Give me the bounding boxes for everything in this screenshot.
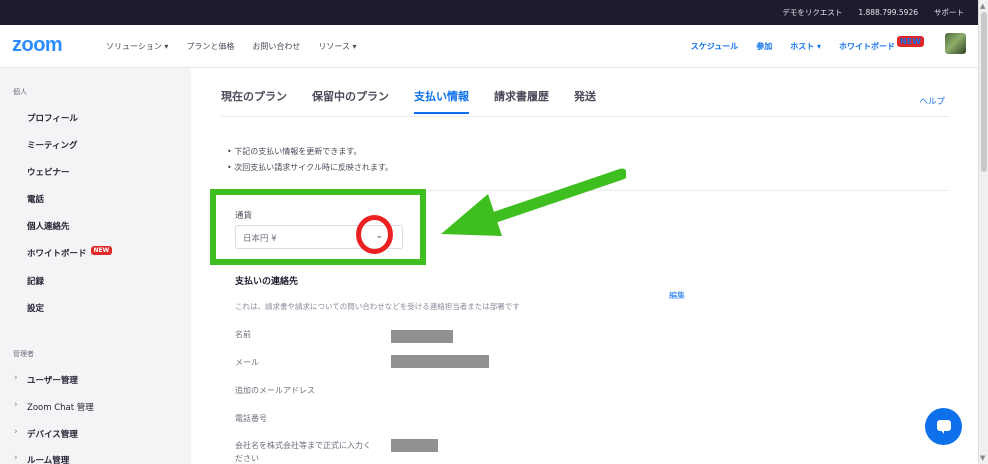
zoom-logo[interactable]: zoom [12,34,63,57]
tab-billing-info[interactable]: 支払い情報 [414,88,469,114]
field-label-email: メール [235,358,259,367]
request-demo-link[interactable]: デモをリクエスト [782,7,842,18]
sidebar-item-settings[interactable]: 設定 [27,302,44,314]
nav-host[interactable]: ホスト ▾ [790,41,821,52]
sidebar-item-user-management[interactable]: ユーザー管理 [27,374,78,386]
sidebar-item-chat-management[interactable]: Zoom Chat 管理 [27,401,94,413]
chevron-right-icon[interactable]: › [14,427,18,437]
nav-whiteboard[interactable]: ホワイトボードNEW [839,36,924,52]
nav-resources[interactable]: リソース ▾ [318,41,356,52]
sidebar-item-meetings[interactable]: ミーティング [27,139,78,151]
sidebar-item-contacts[interactable]: 個人連絡先 [27,220,70,232]
nav-whiteboard-label: ホワイトボード [839,42,896,51]
redacted-email-value [391,355,489,368]
note-line: • 下記の支払い情報を更新できます。 [227,147,362,156]
scrollbar-thumb[interactable] [981,12,987,172]
main-navbar: zoom ソリューション ▾ プランと価格 お問い合わせ リソース ▾ スケジュ… [0,25,978,68]
support-link[interactable]: サポート [934,7,964,18]
billing-notes: • 下記の支払い情報を更新できます。 • 次回支払い請求サイクル時に反映されます… [227,144,393,176]
highlight-circle [356,215,393,254]
nav-solutions[interactable]: ソリューション ▾ [106,41,168,52]
chevron-right-icon[interactable]: › [14,453,18,463]
field-label-company: 会社名を株式会社等まで正式に入力ください [235,441,371,463]
billing-contact-description: これは、請求書や請求についての問い合わせなどを受ける連絡担当者または部署です [235,302,520,311]
chevron-right-icon[interactable]: › [14,373,18,383]
billing-tabs: 現在のプラン 保留中のプラン 支払い情報 請求書履歴 発送 [221,88,596,114]
tab-pending-plan[interactable]: 保留中のプラン [312,88,389,114]
sidebar: 個人 プロフィール ミーティング ウェビナー 電話 個人連絡先 ホワイトボード N… [0,68,191,464]
highlight-box [210,189,426,265]
annotation-arrow-icon [441,168,626,236]
billing-contact-title: 支払いの連絡先 [235,277,299,287]
scroll-up-icon[interactable]: ▲ [980,2,985,10]
sidebar-heading-admin: 管理者 [13,350,34,358]
tabs-divider [221,116,949,117]
tab-invoice-history[interactable]: 請求書履歴 [494,88,549,114]
new-badge: NEW [897,36,924,47]
sidebar-item-whiteboards[interactable]: ホワイトボード NEW [27,246,113,259]
sidebar-item-room-management[interactable]: ルーム管理 [27,454,69,464]
sidebar-item-device-management[interactable]: デバイス管理 [27,428,78,440]
phone-number: 1.888.799.5926 [858,8,918,17]
field-label-name: 名前 [235,330,251,339]
scroll-down-icon[interactable]: ▼ [980,454,985,462]
nav-plans-pricing[interactable]: プランと価格 [186,41,234,52]
field-label-phone: 電話番号 [235,414,267,423]
redacted-company-value [391,439,438,452]
note-line: • 次回支払い請求サイクル時に反映されます。 [227,163,394,172]
page-scrollbar[interactable]: ▲ ▼ [978,0,988,464]
edit-link[interactable]: 編集 [669,290,685,301]
tab-shipping[interactable]: 発送 [574,88,596,114]
sidebar-item-whiteboards-label: ホワイトボード [27,249,87,259]
sidebar-heading-personal: 個人 [13,88,27,96]
nav-contact[interactable]: お問い合わせ [252,41,300,52]
nav-schedule[interactable]: スケジュール [691,41,738,52]
tab-current-plan[interactable]: 現在のプラン [221,88,287,114]
sidebar-item-profile[interactable]: プロフィール [27,112,78,124]
avatar[interactable] [945,33,966,54]
nav-join[interactable]: 参加 [756,41,772,52]
help-link[interactable]: ヘルプ [919,95,945,107]
top-utility-bar: デモをリクエスト 1.888.799.5926 サポート [0,0,978,25]
redacted-name-value [391,330,453,343]
field-label-additional-email: 追加のメールアドレス [235,386,315,395]
sidebar-item-phone[interactable]: 電話 [27,193,44,205]
chat-button[interactable] [925,408,962,445]
main-content: 現在のプラン 保留中のプラン 支払い情報 請求書履歴 発送 ヘルプ • 下記の支… [191,68,978,464]
chevron-right-icon[interactable]: › [14,400,18,410]
sidebar-item-recordings[interactable]: 記録 [27,275,44,287]
sidebar-item-webinars[interactable]: ウェビナー [27,166,70,178]
new-badge: NEW [90,246,113,255]
